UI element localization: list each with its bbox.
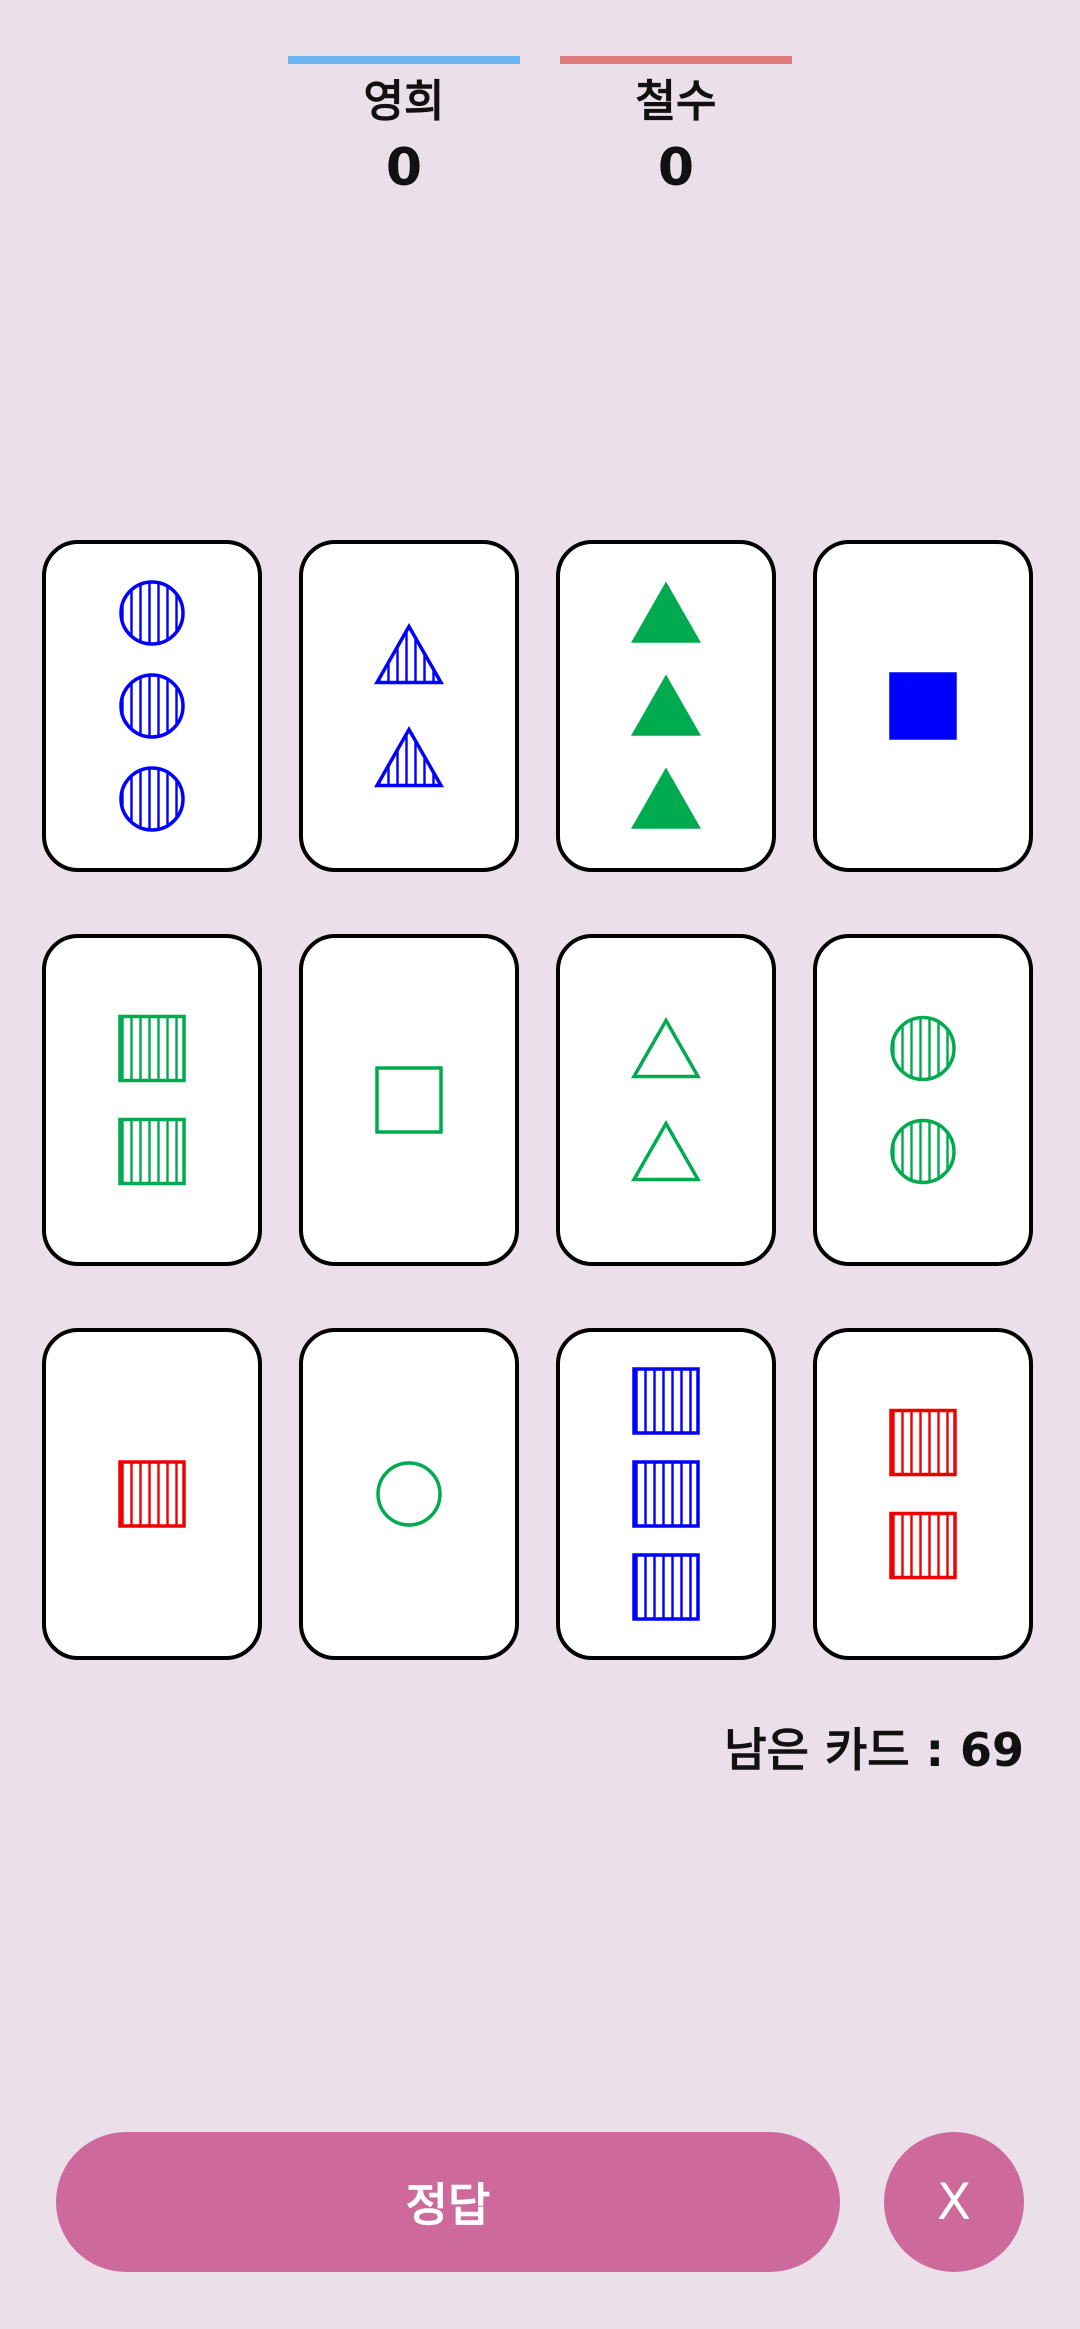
set-card[interactable] (813, 540, 1033, 872)
circle-symbol (119, 580, 185, 646)
set-card[interactable] (42, 1328, 262, 1660)
square-symbol (632, 1460, 700, 1528)
square-symbol (375, 1066, 443, 1134)
player-name: 영희 (363, 76, 445, 127)
card-symbols (630, 1016, 702, 1182)
card-symbols (376, 1461, 442, 1527)
square-symbol (632, 1367, 700, 1435)
card-symbols (630, 581, 702, 829)
triangle-symbol (630, 1119, 702, 1182)
card-symbols (118, 1014, 186, 1186)
player-name: 철수 (635, 76, 717, 127)
set-card[interactable] (813, 934, 1033, 1266)
triangle-symbol (630, 581, 702, 643)
circle-symbol (890, 1118, 956, 1185)
square-symbol (889, 1408, 957, 1477)
card-symbols (373, 622, 445, 788)
square-symbol (889, 672, 957, 740)
triangle-symbol (373, 622, 445, 685)
card-symbols (889, 1408, 957, 1580)
player-panel-2: 철수 0 (560, 56, 792, 198)
game-screen: 영희 0 철수 0 남은 카드 : 69 정답 X (0, 0, 1080, 2329)
set-card[interactable] (556, 934, 776, 1266)
square-symbol (118, 1117, 186, 1186)
circle-symbol (890, 1015, 956, 1082)
card-symbols (375, 1066, 443, 1134)
triangle-symbol (630, 674, 702, 736)
circle-symbol (376, 1461, 442, 1527)
set-card[interactable] (42, 934, 262, 1266)
player-score: 0 (385, 138, 423, 198)
card-symbols (119, 580, 185, 832)
square-symbol (632, 1553, 700, 1621)
player-color-bar (288, 56, 520, 64)
set-card[interactable] (299, 540, 519, 872)
set-card[interactable] (299, 934, 519, 1266)
set-card[interactable] (299, 1328, 519, 1660)
card-symbols (118, 1460, 186, 1528)
card-symbols (890, 1015, 956, 1185)
circle-symbol (119, 766, 185, 832)
square-symbol (118, 1460, 186, 1528)
square-symbol (118, 1014, 186, 1083)
card-symbols (632, 1367, 700, 1621)
card-symbols (889, 672, 957, 740)
set-card[interactable] (556, 540, 776, 872)
close-button[interactable]: X (884, 2132, 1024, 2272)
triangle-symbol (373, 725, 445, 788)
square-symbol (889, 1511, 957, 1580)
set-card[interactable] (813, 1328, 1033, 1660)
player-score: 0 (657, 138, 695, 198)
triangle-symbol (630, 1016, 702, 1079)
triangle-symbol (630, 767, 702, 829)
set-card[interactable] (556, 1328, 776, 1660)
player-panel-1: 영희 0 (288, 56, 520, 198)
remaining-cards-count: 남은 카드 : 69 (724, 1723, 1024, 1777)
answer-button[interactable]: 정답 (56, 2132, 840, 2272)
set-card[interactable] (42, 540, 262, 872)
player-color-bar (560, 56, 792, 64)
circle-symbol (119, 673, 185, 739)
